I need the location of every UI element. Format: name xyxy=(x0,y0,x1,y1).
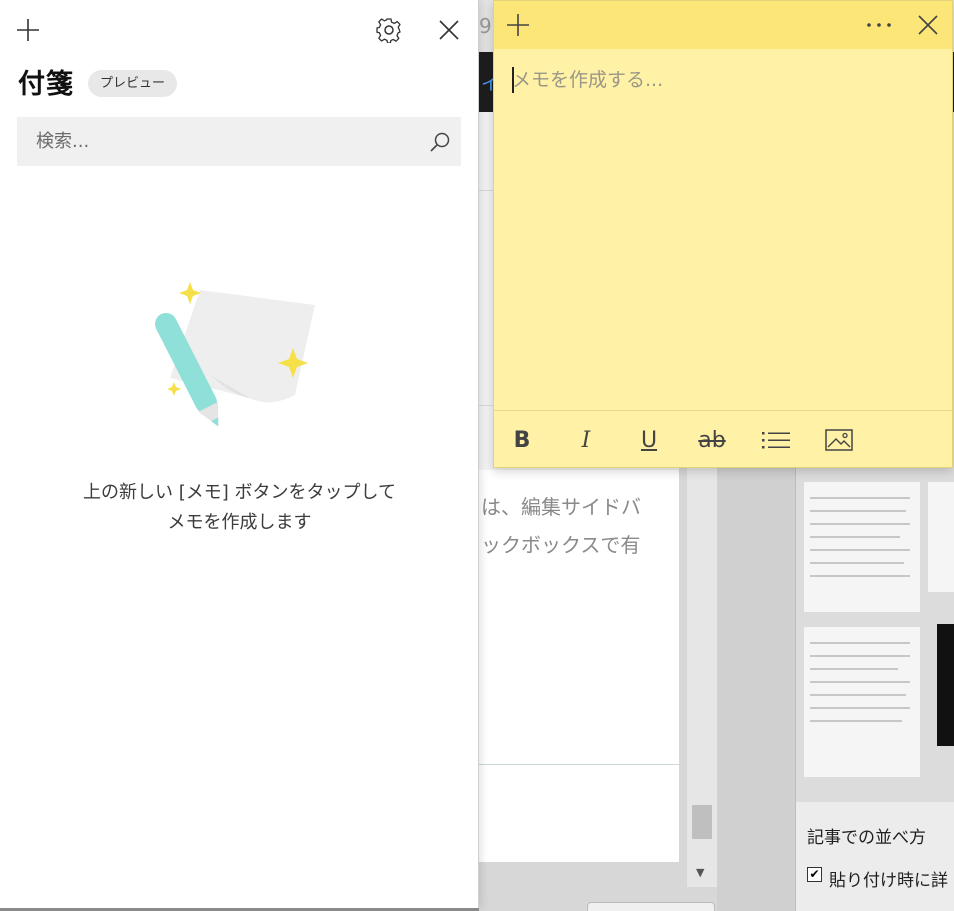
scroll-down-icon[interactable]: ▼ xyxy=(696,866,704,879)
preview-text-line xyxy=(810,562,904,564)
paste-detail-checkbox-label: 貼り付け時に詳 xyxy=(829,871,948,891)
preview-text-line xyxy=(810,536,900,538)
preview-text-line xyxy=(810,642,910,644)
bold-icon: B xyxy=(513,427,531,453)
background-bottom-button[interactable] xyxy=(587,902,715,911)
more-icon xyxy=(867,23,891,27)
close-icon xyxy=(918,15,938,35)
bold-button[interactable]: B xyxy=(502,421,542,459)
page-title: 付箋 xyxy=(18,69,74,100)
note-text-input[interactable] xyxy=(512,63,932,97)
preview-text-line xyxy=(810,575,910,577)
preview-page-thumbnail xyxy=(804,627,920,777)
close-icon xyxy=(439,20,459,40)
background-body-text: は、編集サイドバ ックボックスで有 xyxy=(481,488,671,564)
divider xyxy=(479,764,679,765)
sticky-note: B I U ab xyxy=(493,0,953,468)
search-input[interactable] xyxy=(17,117,417,166)
strikethrough-button[interactable]: ab xyxy=(692,421,732,459)
new-note-button[interactable] xyxy=(500,7,536,43)
preview-badge: プレビュー xyxy=(88,70,178,97)
preview-dark-thumbnail xyxy=(937,624,954,746)
preview-text-line xyxy=(810,549,910,551)
gear-icon xyxy=(376,18,401,43)
preview-text-line xyxy=(810,707,910,709)
settings-button[interactable] xyxy=(368,12,410,48)
background-scrollbar-thumb[interactable] xyxy=(692,805,712,839)
underline-icon: U xyxy=(640,427,658,453)
notes-list-panel: 付箋 プレビュー 上の新しい [メモ] ボタンをタップして メモを作成します xyxy=(0,0,479,908)
plus-icon xyxy=(507,14,529,36)
empty-notes-illustration xyxy=(155,282,315,427)
preview-text-line xyxy=(810,655,910,657)
image-icon xyxy=(825,429,853,451)
plus-icon xyxy=(17,19,39,41)
empty-state-message: 上の新しい [メモ] ボタンをタップして メモを作成します xyxy=(0,478,479,538)
toolbar-divider xyxy=(494,410,952,411)
preview-page-thumbnail xyxy=(928,482,954,592)
search-icon xyxy=(430,132,450,152)
note-title-bar[interactable] xyxy=(494,1,952,49)
search-box[interactable] xyxy=(17,117,461,166)
preview-text-line xyxy=(810,510,906,512)
search-button[interactable] xyxy=(425,127,455,157)
paste-detail-checkbox[interactable]: ✔ xyxy=(807,867,822,882)
close-panel-button[interactable] xyxy=(428,12,470,48)
insert-image-button[interactable] xyxy=(819,421,859,459)
preview-text-line xyxy=(810,668,898,670)
background-settings-panel xyxy=(795,802,954,911)
bullet-list-icon xyxy=(762,432,790,449)
background-body-line: は、編集サイドバ xyxy=(481,495,641,519)
close-note-button[interactable] xyxy=(908,7,948,43)
preview-text-line xyxy=(810,523,910,525)
sort-label: 記事での並べ方 xyxy=(807,828,926,848)
background-body-line: ックボックスで有 xyxy=(481,533,641,557)
text-cursor xyxy=(512,67,514,93)
preview-page-thumbnail xyxy=(804,482,920,612)
strikethrough-icon: ab xyxy=(698,427,726,453)
preview-text-line xyxy=(810,720,902,722)
underline-button[interactable]: U xyxy=(629,421,669,459)
empty-state-line: メモを作成します xyxy=(167,512,312,533)
preview-text-line xyxy=(810,497,910,499)
new-note-button[interactable] xyxy=(8,12,48,48)
bullet-list-button[interactable] xyxy=(756,421,796,459)
empty-state-line: 上の新しい [メモ] ボタンをタップして xyxy=(83,482,396,503)
italic-button[interactable]: I xyxy=(566,421,606,459)
preview-text-line xyxy=(810,681,910,683)
note-menu-button[interactable] xyxy=(859,7,899,43)
italic-icon: I xyxy=(581,427,591,453)
preview-text-line xyxy=(810,694,906,696)
